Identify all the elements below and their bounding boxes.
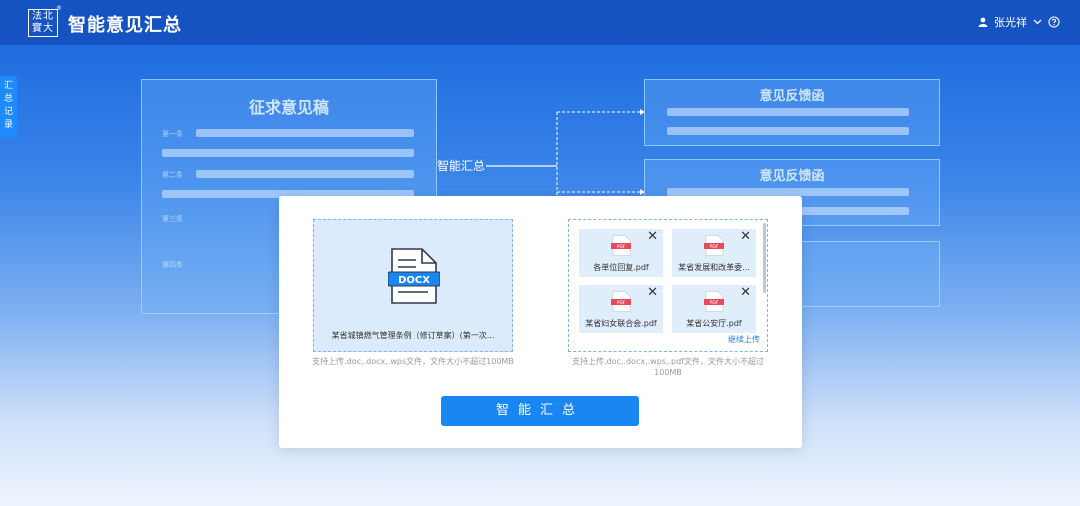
feedback-card: 意见反馈函 — [644, 79, 940, 146]
uploaded-file-name: 某省发展和改革委... — [678, 263, 750, 272]
feedback-upload-hint-line1: 支持上传.doc,.docx,.wps,.pdf文件，文件大小不超过 — [571, 357, 765, 366]
feedback-upload-area[interactable]: PDF ✕ 各单位回复.pdf PDF ✕ 某省发展和改革委... PDF ✕ … — [568, 219, 768, 352]
flow-label: 智能汇总 — [437, 159, 486, 173]
pdf-badge-text: PDF — [710, 300, 719, 306]
feedback-upload-hint: 支持上传.doc,.docx,.wps,.pdf文件，文件大小不超过 100MB — [561, 356, 775, 378]
remove-file-button[interactable]: ✕ — [647, 230, 658, 243]
pdf-badge-text: PDF — [617, 300, 626, 306]
draft-upload-hint: 支持上传.doc,.docx,.wps文件，文件大小不超过100MB — [312, 357, 514, 366]
pdf-badge-text: PDF — [710, 244, 719, 250]
pdf-file-icon: PDF — [704, 291, 724, 312]
feedback-upload-hint-line2: 100MB — [654, 368, 682, 377]
uploaded-file-name: 某省妇女联合会.pdf — [585, 319, 657, 328]
pdf-badge-text: PDF — [617, 244, 626, 250]
feedback-card-title: 意见反馈函 — [759, 169, 825, 184]
uploaded-file-name: 某省公安厅.pdf — [686, 319, 742, 328]
uploaded-file-card: PDF ✕ 某省妇女联合会.pdf — [579, 285, 663, 333]
pdf-file-icon: PDF — [611, 235, 631, 256]
continue-upload-link[interactable]: 继续上传 — [728, 334, 760, 345]
upload-modal: DOCX 某省城镇燃气管理条例（修订草案）(第一次... 支持上传.doc,.d… — [279, 196, 802, 448]
pdf-file-icon: PDF — [611, 291, 631, 312]
draft-upload-area[interactable]: DOCX 某省城镇燃气管理条例（修订草案）(第一次... — [313, 219, 513, 352]
remove-file-button[interactable]: ✕ — [740, 230, 751, 243]
docx-badge-text: DOCX — [398, 275, 430, 286]
remove-file-button[interactable]: ✕ — [740, 286, 751, 299]
remove-file-button[interactable]: ✕ — [647, 286, 658, 299]
smart-summary-button[interactable]: 智能汇总 — [441, 396, 639, 426]
uploaded-file-card: PDF ✕ 某省发展和改革委... — [672, 229, 756, 277]
uploaded-file-name: 各单位回复.pdf — [593, 263, 649, 272]
uploaded-draft-name: 某省城镇燃气管理条例（修订草案）(第一次... — [331, 331, 495, 340]
placeholder-line — [667, 188, 909, 196]
uploaded-file-card: PDF ✕ 某省公安厅.pdf — [672, 285, 756, 333]
pdf-file-icon: PDF — [704, 235, 724, 256]
feedback-card-title: 意见反馈函 — [759, 89, 825, 104]
placeholder-line — [667, 108, 909, 116]
placeholder-line — [667, 127, 909, 135]
scrollbar[interactable] — [763, 223, 766, 293]
uploaded-file-card: PDF ✕ 各单位回复.pdf — [579, 229, 663, 277]
